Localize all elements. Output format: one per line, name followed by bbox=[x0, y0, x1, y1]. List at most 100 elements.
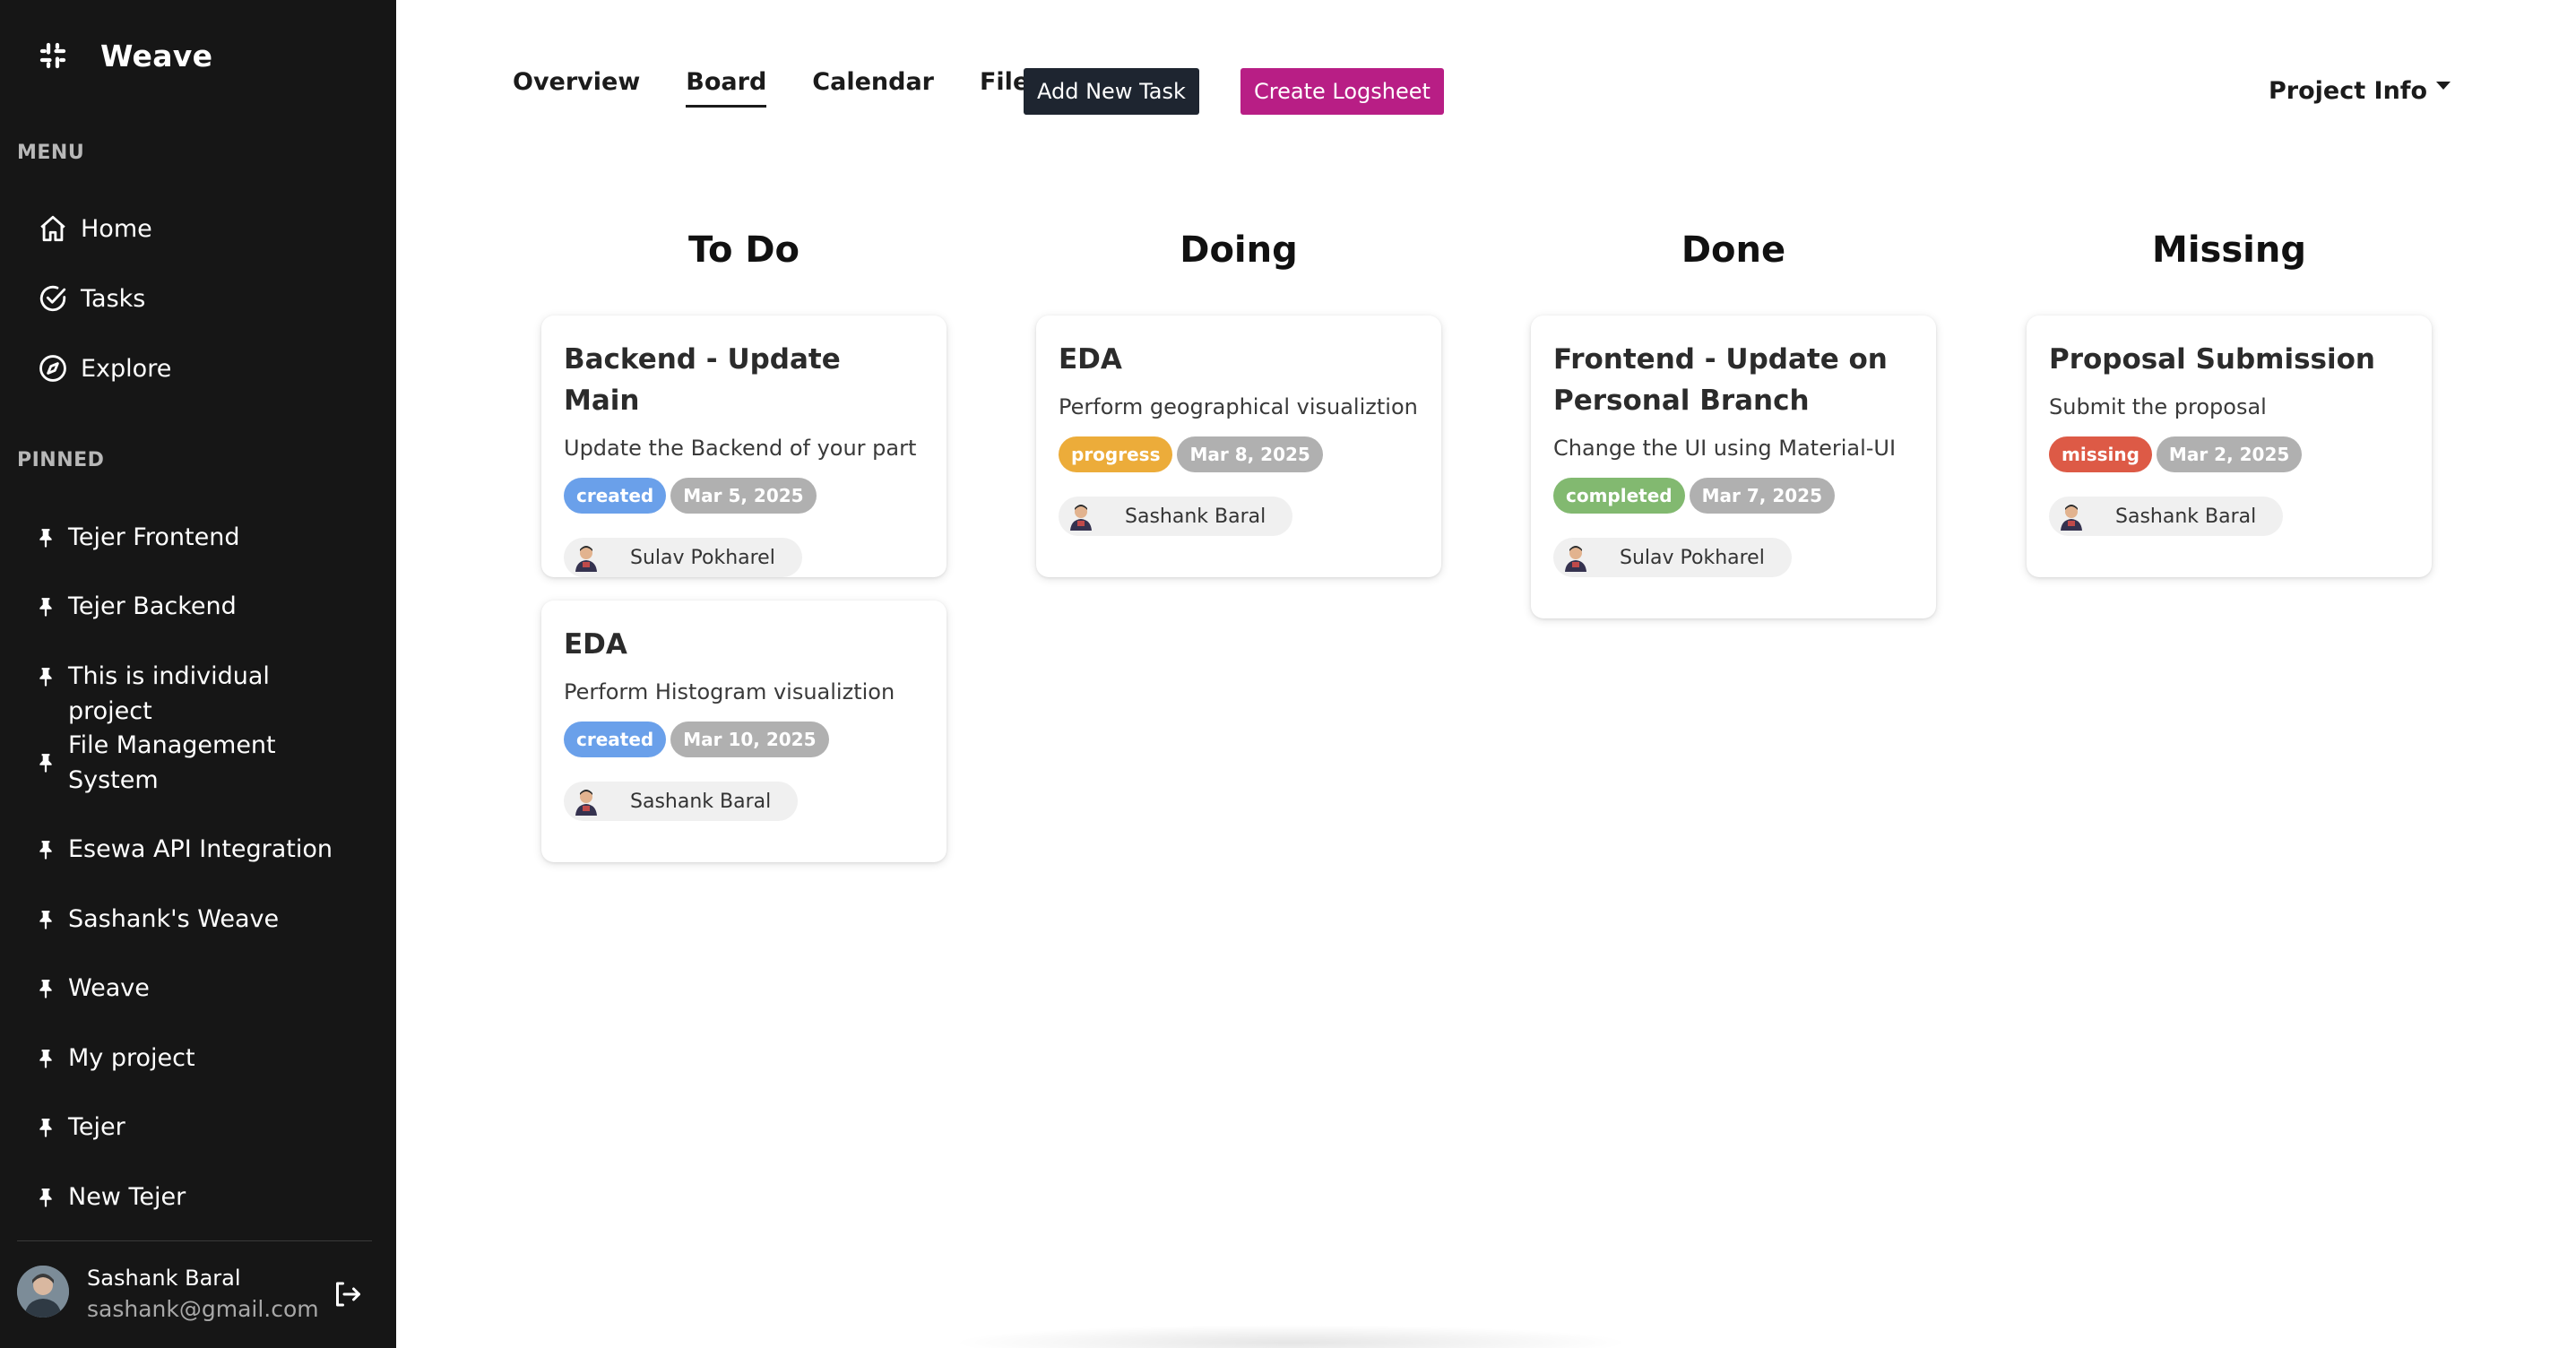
add-new-task-button[interactable]: Add New Task bbox=[1024, 68, 1199, 115]
status-badge: completed bbox=[1553, 478, 1685, 514]
pinned-item-sashanks-weave[interactable]: Sashank's Weave bbox=[38, 902, 378, 937]
tab-board[interactable]: Board bbox=[686, 68, 767, 108]
pinned-item-esewa-api[interactable]: Esewa API Integration bbox=[38, 832, 378, 867]
menu-section-label: MENU bbox=[17, 142, 85, 164]
pin-icon bbox=[38, 728, 57, 798]
pin-icon bbox=[38, 971, 57, 1006]
pinned-item-label: Tejer Frontend bbox=[68, 523, 240, 551]
view-tabs: Overview Board Calendar File bbox=[513, 68, 1075, 113]
pin-icon bbox=[38, 520, 57, 555]
bottom-shadow bbox=[950, 1325, 1631, 1348]
task-tags: created Mar 5, 2025 bbox=[564, 477, 924, 514]
pin-icon bbox=[38, 1180, 57, 1214]
caret-down-icon bbox=[2436, 82, 2451, 90]
assignee-name: Sashank Baral bbox=[630, 790, 772, 813]
assignee-name: Sulav Pokharel bbox=[630, 546, 775, 569]
task-tags: missing Mar 2, 2025 bbox=[2049, 436, 2409, 473]
brand[interactable]: Weave bbox=[38, 34, 212, 77]
task-card[interactable]: EDA Perform Histogram visualiztion creat… bbox=[541, 601, 947, 862]
brand-name: Weave bbox=[100, 38, 213, 73]
user-email: sashank@gmail.com bbox=[87, 1296, 319, 1322]
logout-icon[interactable] bbox=[331, 1278, 363, 1310]
status-badge: progress bbox=[1059, 436, 1173, 472]
date-badge: Mar 5, 2025 bbox=[670, 478, 817, 514]
assignee-chip: Sashank Baral bbox=[1059, 497, 1293, 536]
pinned-item-tejer-frontend[interactable]: Tejer Frontend bbox=[38, 520, 378, 555]
pinned-item-label: My project bbox=[68, 1044, 195, 1072]
task-tags: completed Mar 7, 2025 bbox=[1553, 477, 1914, 514]
column-title-done: Done bbox=[1681, 229, 1786, 271]
pin-icon bbox=[38, 832, 57, 867]
user-avatar-icon bbox=[575, 546, 597, 572]
project-info-dropdown[interactable]: Project Info bbox=[2269, 77, 2451, 105]
tab-overview[interactable]: Overview bbox=[513, 68, 640, 105]
pin-icon bbox=[38, 1041, 57, 1076]
create-logsheet-button[interactable]: Create Logsheet bbox=[1240, 68, 1444, 115]
pin-icon bbox=[38, 659, 57, 694]
pinned-item-individual-project[interactable]: This is individual project bbox=[38, 659, 378, 729]
pinned-item-my-project[interactable]: My project bbox=[38, 1041, 378, 1076]
pinned-item-label: This is individual project bbox=[68, 662, 270, 725]
pinned-section-label: PINNED bbox=[17, 449, 105, 471]
date-badge: Mar 7, 2025 bbox=[1689, 478, 1835, 514]
task-title: EDA bbox=[564, 628, 627, 661]
task-description: Submit the proposal bbox=[2049, 394, 2267, 419]
user-profile: Sashank Baral sashank@gmail.com bbox=[17, 1262, 376, 1325]
task-description: Change the UI using Material-UI bbox=[1553, 436, 1897, 461]
task-card[interactable]: Backend - Update Main Update the Backend… bbox=[541, 315, 947, 577]
status-badge: missing bbox=[2049, 436, 2152, 472]
sidebar-item-tasks[interactable]: Tasks bbox=[38, 283, 145, 314]
date-badge: Mar 2, 2025 bbox=[2156, 436, 2303, 472]
assignee-name: Sulav Pokharel bbox=[1620, 546, 1765, 569]
column-title-doing: Doing bbox=[1180, 229, 1298, 271]
user-avatar-icon bbox=[1565, 546, 1586, 572]
task-tags: created Mar 10, 2025 bbox=[564, 721, 924, 758]
sidebar-item-label: Explore bbox=[81, 354, 172, 383]
avatar[interactable] bbox=[17, 1266, 69, 1318]
sidebar-item-label: Tasks bbox=[81, 284, 146, 313]
column-title-todo: To Do bbox=[687, 229, 800, 271]
home-icon bbox=[40, 215, 65, 242]
task-card[interactable]: Frontend - Update on Personal Branch Cha… bbox=[1531, 315, 1936, 618]
date-badge: Mar 10, 2025 bbox=[670, 722, 829, 757]
tab-file[interactable]: File bbox=[980, 68, 1029, 105]
sidebar-item-home[interactable]: Home bbox=[38, 213, 152, 244]
tab-calendar[interactable]: Calendar bbox=[812, 68, 934, 105]
user-name: Sashank Baral bbox=[87, 1266, 241, 1291]
user-avatar-icon bbox=[575, 790, 597, 816]
sidebar: Weave MENU Home Tasks Explore PINNED Tej… bbox=[0, 0, 396, 1348]
pinned-item-label: File Management System bbox=[68, 731, 276, 794]
column-title-missing: Missing bbox=[2152, 229, 2306, 271]
pinned-item-label: Tejer Backend bbox=[68, 592, 237, 620]
project-info-label: Project Info bbox=[2269, 77, 2428, 105]
pinned-item-tejer[interactable]: Tejer bbox=[38, 1110, 378, 1145]
task-description: Perform geographical visualiztion bbox=[1059, 394, 1418, 419]
task-card[interactable]: Proposal Submission Submit the proposal … bbox=[2027, 315, 2432, 577]
assignee-chip: Sulav Pokharel bbox=[1553, 538, 1792, 577]
pinned-item-file-management-system[interactable]: File Management System bbox=[38, 728, 378, 798]
pinned-item-new-tejer[interactable]: New Tejer bbox=[38, 1180, 378, 1214]
check-circle-icon bbox=[39, 285, 66, 312]
user-avatar-icon bbox=[2061, 505, 2082, 531]
pin-icon bbox=[38, 589, 57, 624]
sidebar-item-explore[interactable]: Explore bbox=[38, 353, 171, 384]
sidebar-item-label: Home bbox=[81, 214, 152, 243]
pinned-item-label: New Tejer bbox=[68, 1183, 186, 1211]
pinned-item-label: Tejer bbox=[68, 1113, 125, 1141]
pinned-item-label: Weave bbox=[68, 974, 150, 1002]
assignee-name: Sashank Baral bbox=[1125, 505, 1266, 528]
pinned-item-tejer-backend[interactable]: Tejer Backend bbox=[38, 589, 378, 624]
task-title: Proposal Submission bbox=[2049, 343, 2375, 376]
assignee-chip: Sashank Baral bbox=[2049, 497, 2284, 536]
date-badge: Mar 8, 2025 bbox=[1177, 436, 1323, 472]
status-badge: created bbox=[564, 722, 667, 757]
pin-icon bbox=[38, 902, 57, 937]
pinned-item-weave[interactable]: Weave bbox=[38, 971, 378, 1006]
compass-icon bbox=[39, 355, 66, 382]
task-title: Backend - Update Main bbox=[564, 343, 841, 417]
assignee-chip: Sulav Pokharel bbox=[564, 538, 802, 577]
task-description: Update the Backend of your part bbox=[564, 436, 917, 461]
task-card[interactable]: EDA Perform geographical visualiztion pr… bbox=[1036, 315, 1441, 577]
assignee-chip: Sashank Baral bbox=[564, 782, 799, 821]
task-description: Perform Histogram visualiztion bbox=[564, 679, 895, 704]
